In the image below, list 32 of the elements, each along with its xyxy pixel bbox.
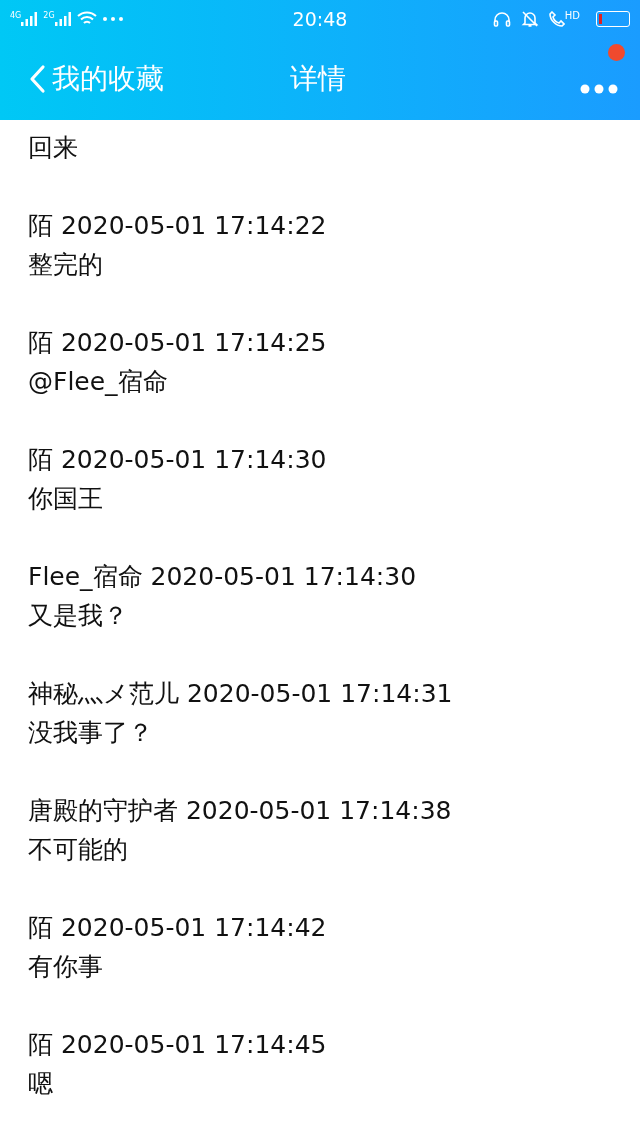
network-type: 4G <box>10 12 22 20</box>
headset-icon <box>492 10 511 28</box>
message-text: 不可能的 <box>28 834 129 866</box>
bell-muted-icon <box>520 10 539 28</box>
message-header: 陌 2020-05-01 17:14:22 <box>28 210 328 242</box>
message-header: 唐殿的守护者 2020-05-01 17:14:38 <box>28 795 453 827</box>
status-time: 20:48 <box>292 7 348 30</box>
more-icon <box>580 84 618 94</box>
message-header: 陌 2020-05-01 17:14:25 <box>28 327 328 359</box>
message-text: 回来 <box>28 132 79 164</box>
signal-icon <box>54 12 71 26</box>
more-icon <box>102 17 123 21</box>
message-header: 陌 2020-05-01 17:14:42 <box>28 912 328 944</box>
message-text: 你国王 <box>28 483 104 515</box>
message-text: 没我事了？ <box>28 717 154 749</box>
page-title: 详情 <box>290 61 346 97</box>
battery-icon <box>596 11 630 27</box>
back-button[interactable]: 我的收藏 <box>28 58 164 100</box>
message-header: 神秘灬メ范儿 2020-05-01 17:14:31 <box>28 678 454 710</box>
call-label: HD <box>564 11 580 21</box>
phone-icon <box>548 11 565 27</box>
message-text: 有你事 <box>28 951 104 983</box>
network-type: 2G <box>43 12 55 20</box>
message-text: 又是我？ <box>28 600 129 632</box>
back-icon <box>28 64 46 94</box>
message-text: 整完的 <box>28 249 104 281</box>
message-header: Flee_宿命 2020-05-01 17:14:30 <box>28 561 418 593</box>
signal-icon <box>21 12 38 26</box>
message-text: @Flee_宿命 <box>28 366 169 398</box>
message-header: 陌 2020-05-01 17:14:45 <box>28 1029 328 1061</box>
message-text: 嗯 <box>28 1068 54 1100</box>
message-header: 陌 2020-05-01 17:14:30 <box>28 444 328 476</box>
